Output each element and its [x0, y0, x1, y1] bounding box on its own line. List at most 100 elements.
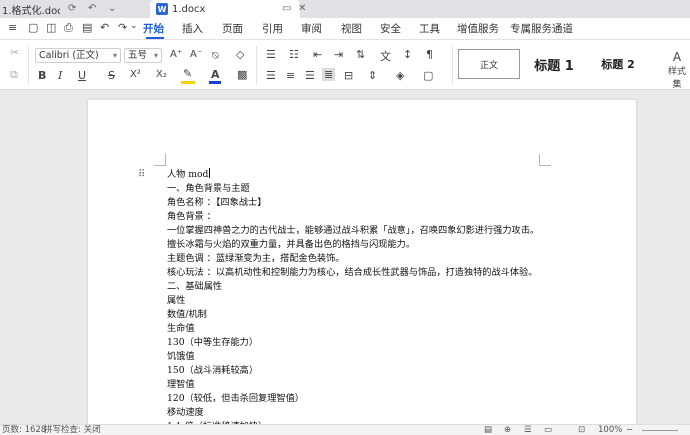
document-line[interactable]: 130（中等生存能力）: [167, 336, 567, 350]
menu-value-added[interactable]: 增值服务: [457, 21, 499, 36]
menu-tools[interactable]: 工具: [419, 21, 440, 36]
document-line[interactable]: 数值/机制: [167, 308, 567, 322]
web-view-icon[interactable]: ⊕: [504, 425, 511, 435]
drag-handle-icon[interactable]: ⠿: [138, 169, 145, 180]
zoom-slider[interactable]: [642, 430, 678, 431]
sort-icon[interactable]: ↕: [403, 48, 412, 61]
document-line-text: 130（中等生存能力）: [167, 337, 259, 348]
menu-review[interactable]: 审阅: [301, 21, 322, 36]
shrink-font-icon[interactable]: A⁻: [190, 49, 202, 60]
highlight-icon[interactable]: ✎: [183, 67, 192, 80]
print-icon[interactable]: ⎙: [64, 21, 73, 35]
bullet-list-icon[interactable]: ☰: [266, 48, 276, 61]
style-set-button[interactable]: A 样式集: [664, 50, 690, 90]
text-cursor: [209, 168, 211, 178]
document-line[interactable]: 生命值: [167, 322, 567, 336]
font-name-select[interactable]: Calibri (正文) ▾: [35, 48, 121, 63]
document-line[interactable]: 移动速度: [167, 406, 567, 420]
text-direction-icon[interactable]: ⇅: [356, 48, 365, 61]
show-marks-icon[interactable]: ¶: [426, 48, 433, 61]
document-line[interactable]: 120（较低，但击杀回复理智值）: [167, 392, 567, 406]
redo-icon[interactable]: ↷: [118, 21, 127, 34]
style-heading-1[interactable]: 标题 1: [524, 49, 584, 79]
numbered-list-icon[interactable]: ☷: [289, 48, 299, 61]
align-right-icon[interactable]: ☰: [305, 69, 315, 82]
menu-exclusive-service[interactable]: 专属服务通道: [510, 21, 573, 36]
zoom-out-icon[interactable]: −: [626, 425, 633, 435]
indent-icon[interactable]: ⇥: [334, 48, 343, 61]
chinese-layout-icon[interactable]: 文: [380, 48, 391, 64]
menu-start[interactable]: 开始: [143, 21, 164, 36]
zoom-icon[interactable]: ⊡: [578, 425, 585, 435]
close-icon[interactable]: ✕: [298, 3, 306, 14]
document-line[interactable]: 一、角色背景与主题: [167, 182, 567, 196]
cut-icon[interactable]: ✂: [10, 46, 19, 59]
document-line[interactable]: 人物 mod: [167, 168, 567, 182]
document-line-text: 120（较低，但击杀回复理智值）: [167, 393, 304, 404]
outdent-icon[interactable]: ⇤: [313, 48, 322, 61]
menu-page[interactable]: 页面: [222, 21, 243, 36]
document-line[interactable]: 主题色调 ：蓝绿渐变为主，搭配金色装饰。: [167, 252, 567, 266]
save-icon[interactable]: ◫: [46, 21, 56, 34]
menu-hamburger-icon[interactable]: ≡: [8, 21, 17, 34]
document-page[interactable]: ⠿ 人物 mod 一、角色背景与主题 角色名称 ：【四象战士】 角色背景 ： 一位掌握四…: [88, 100, 636, 432]
align-center-icon[interactable]: ≡: [286, 69, 295, 82]
document-tab-inactive[interactable]: 1.格式化.docx: [0, 0, 60, 18]
menu-view[interactable]: 视图: [341, 21, 362, 36]
line-spacing-icon[interactable]: ⇕: [368, 69, 377, 82]
spell-check-status[interactable]: 拼写检查: 关闭: [44, 425, 101, 435]
read-view-icon[interactable]: ▭: [544, 425, 552, 435]
word-doc-icon: W: [156, 3, 168, 15]
copy-icon[interactable]: ⧉: [10, 68, 18, 82]
menu-references[interactable]: 引用: [262, 21, 283, 36]
grow-font-icon[interactable]: A⁺: [170, 49, 182, 60]
document-text[interactable]: 人物 mod 一、角色背景与主题 角色名称 ：【四象战士】 角色背景 ： 一位掌握四神兽…: [167, 168, 567, 434]
chevron-down-icon[interactable]: ⌄: [108, 3, 116, 14]
underline-button[interactable]: U: [78, 69, 86, 82]
border-icon[interactable]: ▢: [423, 69, 433, 82]
document-line[interactable]: 擅长冰霜与火焰的双重力量，并具备出色的格挡与闪现能力。: [167, 238, 567, 252]
undo-icon[interactable]: ↶: [100, 21, 109, 34]
document-line[interactable]: 二、基础属性: [167, 280, 567, 294]
document-line[interactable]: 角色名称 ：【四象战士】: [167, 196, 567, 210]
italic-button[interactable]: I: [58, 69, 62, 82]
menu-bar: ≡ ▢ ◫ ⎙ ▤ ↶ ↷ ⌄ 开始 插入 页面 引用 审阅 视图 安全 工具 …: [0, 18, 690, 40]
justify-icon[interactable]: ≣: [322, 68, 336, 81]
word-count[interactable]: 页数: 1628: [2, 425, 46, 435]
shading-icon[interactable]: ◈: [396, 69, 404, 82]
document-line[interactable]: 属性: [167, 294, 567, 308]
monitor-icon[interactable]: ▭: [282, 3, 291, 14]
document-line[interactable]: 150（战斗消耗较高）: [167, 364, 567, 378]
menu-security[interactable]: 安全: [380, 21, 401, 36]
font-color-icon[interactable]: A: [211, 68, 220, 81]
superscript-button[interactable]: X²: [130, 69, 141, 80]
reload-icon[interactable]: ⟳: [68, 3, 76, 14]
strikethrough-button[interactable]: S: [108, 69, 115, 82]
document-tab-active[interactable]: W 1.docx: [150, 0, 300, 18]
file-icon[interactable]: ▢: [28, 21, 38, 34]
tab-label: 1.格式化.docx: [2, 5, 60, 17]
bold-button[interactable]: B: [38, 69, 46, 82]
document-line[interactable]: 理智值: [167, 378, 567, 392]
font-size-select[interactable]: 五号 ▾: [124, 48, 162, 63]
document-line[interactable]: 核心玩法 ：以高机动性和控制能力为核心，结合成长性武器与饰品，打造独特的战斗体验…: [167, 266, 567, 280]
phonetic-icon[interactable]: ⍉: [212, 49, 219, 63]
align-left-icon[interactable]: ☰: [266, 69, 276, 82]
distributed-icon[interactable]: ⊟: [344, 69, 353, 82]
page-view-icon[interactable]: ▤: [484, 425, 492, 435]
zoom-level[interactable]: 100%: [598, 425, 622, 435]
document-line[interactable]: 饥饿值: [167, 350, 567, 364]
document-area: ⠿ 人物 mod 一、角色背景与主题 角色名称 ：【四象战士】 角色背景 ： 一位掌握四…: [0, 91, 690, 432]
chevron-down-icon[interactable]: ⌄: [130, 21, 138, 31]
style-normal[interactable]: 正文: [458, 49, 520, 79]
menu-insert[interactable]: 插入: [182, 21, 203, 36]
document-line[interactable]: 一位掌握四神兽之力的古代战士，能够通过战斗积累「战意」，召唤四象幻影进行强力攻击…: [167, 224, 567, 238]
char-shading-icon[interactable]: ▩: [237, 68, 247, 81]
clear-format-icon[interactable]: ◇: [236, 48, 244, 61]
subscript-button[interactable]: X₂: [156, 69, 167, 80]
style-heading-2[interactable]: 标题 2: [590, 49, 646, 79]
outline-view-icon[interactable]: ☰: [524, 425, 532, 435]
document-line[interactable]: 角色背景 ：: [167, 210, 567, 224]
preview-icon[interactable]: ▤: [82, 21, 92, 34]
undo-icon[interactable]: ↶: [88, 3, 96, 14]
